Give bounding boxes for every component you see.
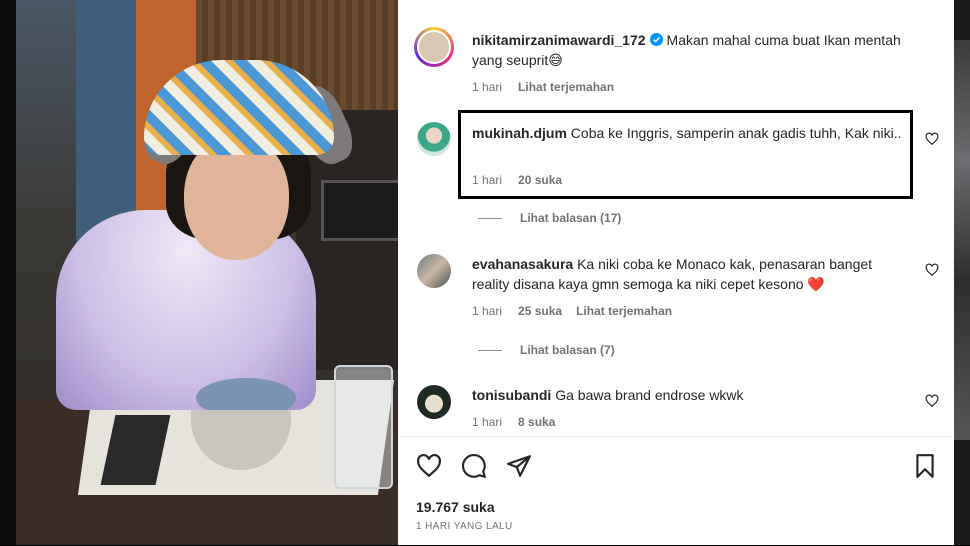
paper-plane-icon[interactable] [506,453,532,479]
caption-meta: 1 hari Lihat terjemahan [472,80,614,94]
author-avatar[interactable] [414,27,454,67]
replies-divider [478,350,502,352]
person-cardigan [56,210,316,410]
likes-count[interactable]: 19.767 suka [416,499,495,515]
comment-avatar[interactable] [417,385,451,419]
caption-block: nikitamirzanimawardi_172 Makan mahal cuma… [472,30,922,70]
comment-meta: 1 hari 8 suka [472,415,555,429]
view-replies-label: Lihat balasan (17) [520,211,622,225]
comment-text: Coba ke Inggris, samperin anak gadis tuh… [570,125,902,141]
posted-time: 1 HARI YANG LALU [416,521,513,532]
comment-avatar[interactable] [417,254,451,288]
heart-icon[interactable] [416,453,442,479]
comment-likes[interactable]: 25 suka [518,304,562,318]
water-glass [334,365,393,489]
comment-like-heart-icon[interactable] [925,132,939,146]
comment-age: 1 hari [472,173,503,187]
bookmark-icon[interactable] [912,453,938,479]
view-replies-button[interactable]: Lihat balasan (17) [478,211,621,225]
comment-text: Ga bawa brand endrose wkwk [555,387,744,403]
comment-username[interactable]: mukinah.djum [472,125,567,141]
comment-avatar[interactable] [417,122,451,156]
comment-bubble-icon[interactable] [461,453,487,479]
page-left-edge [0,0,16,545]
comment-likes[interactable]: 8 suka [518,415,555,429]
caption-translate-link[interactable]: Lihat terjemahan [518,80,614,94]
comment-age: 1 hari [472,415,503,429]
comment-body: evahanasakura Ka niki coba ke Monaco kak… [472,254,912,294]
comment-likes[interactable]: 20 suka [518,173,562,187]
view-replies-label: Lihat balasan (7) [520,343,615,357]
replies-divider [478,218,502,220]
post-photo[interactable] [16,0,398,545]
next-post-preview[interactable] [954,40,970,440]
comment-username[interactable]: evahanasakura [472,256,573,272]
comment-like-heart-icon[interactable] [925,394,939,408]
comment-age: 1 hari [472,304,503,318]
view-replies-button[interactable]: Lihat balasan (7) [478,343,615,357]
comment-translate-link[interactable]: Lihat terjemahan [576,304,672,318]
comment-meta: 1 hari 25 suka Lihat terjemahan [472,304,672,318]
background-microwave [321,180,398,241]
comment-body: mukinah.djum Coba ke Inggris, samperin a… [472,123,902,143]
comment-meta: 1 hari 20 suka [472,173,562,187]
caption-age: 1 hari [472,80,503,94]
verified-badge-icon [649,33,663,46]
comment-body: tonisubandi Ga bawa brand endrose wkwk [472,385,912,405]
post-actions-bar: 19.767 suka 1 HARI YANG LALU [398,436,954,546]
author-username[interactable]: nikitamirzanimawardi_172 [472,32,646,48]
comment-username[interactable]: tonisubandi [472,387,551,403]
comments-panel: nikitamirzanimawardi_172 Makan mahal cuma… [398,0,954,545]
comment-like-heart-icon[interactable] [925,263,939,277]
